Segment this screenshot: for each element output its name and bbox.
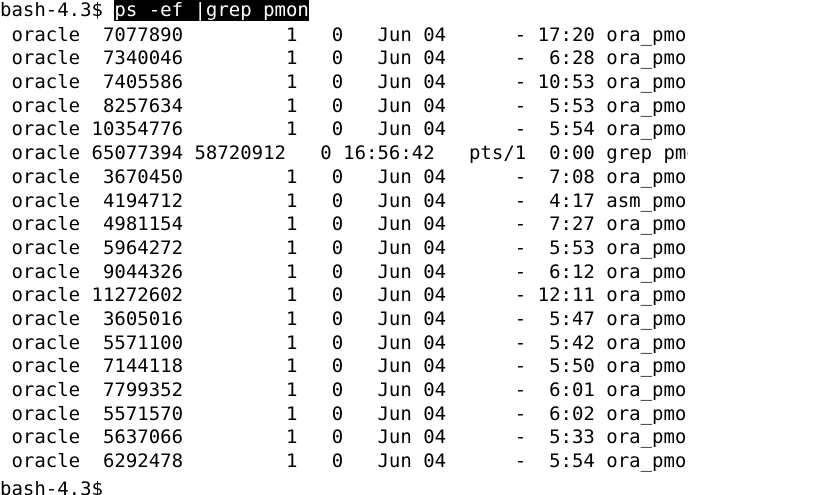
command-text[interactable]: ps -ef |grep pmon bbox=[114, 0, 309, 21]
redacted-area bbox=[688, 30, 819, 477]
terminal-window[interactable]: bash-4.3$ ps -ef |grep pmon oracle 70778… bbox=[0, 0, 819, 495]
prompt-text: bash-4.3$ bbox=[0, 0, 115, 21]
bottom-prompt[interactable]: bash-4.3$ bbox=[0, 478, 103, 495]
command-prompt-line: bash-4.3$ ps -ef |grep pmon bbox=[0, 0, 819, 23]
